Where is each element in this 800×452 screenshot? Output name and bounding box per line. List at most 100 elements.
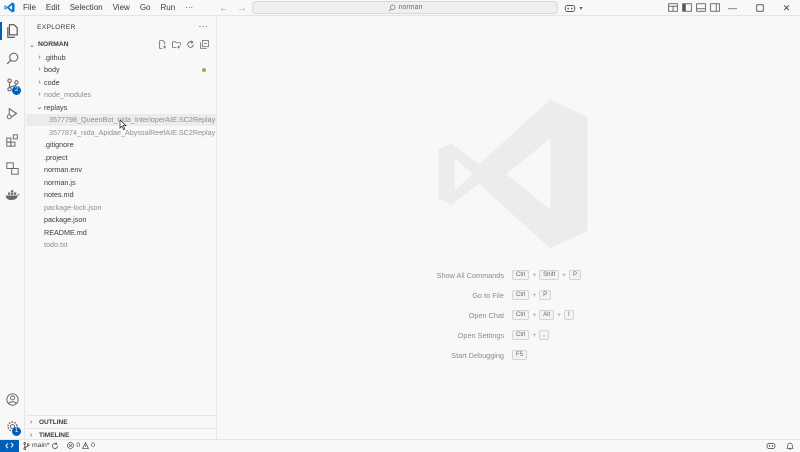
chevron-right-icon: › (38, 53, 41, 61)
explorer-actions (157, 38, 210, 51)
manage-badge: 1 (12, 427, 21, 436)
shortcut-show-all-commands[interactable]: Show All Commands Ctrl + Shift + P (398, 265, 698, 285)
tree-folder-replays[interactable]: ⌄ replays (26, 101, 216, 114)
tree-file-package-lock[interactable]: package-lock.json (26, 201, 216, 214)
warning-icon (82, 442, 90, 449)
shortcut-label: Open Settings (457, 330, 504, 340)
explorer-title: EXPLORER ··· (26, 17, 216, 38)
menu-go[interactable]: Go (135, 0, 156, 16)
tree-folder-node-modules[interactable]: › node_modules (26, 89, 216, 102)
docker-icon[interactable] (0, 183, 25, 207)
key-cap: P (568, 270, 581, 280)
command-center-search[interactable]: norman (252, 1, 558, 14)
manage-gear-icon[interactable]: 1 (0, 414, 25, 438)
remote-explorer-icon[interactable] (0, 156, 25, 180)
toggle-primary-sidebar-icon[interactable] (682, 2, 692, 14)
tree-item-label: norman.js (44, 177, 76, 187)
copilot-status-icon[interactable] (766, 442, 776, 450)
chevron-down-icon: ⌄ (29, 41, 35, 49)
menu-run[interactable]: Run (155, 0, 180, 16)
account-icon[interactable] (0, 387, 25, 411)
remote-icon (5, 442, 14, 449)
tree-file-package-json[interactable]: package.json (26, 214, 216, 227)
tree-file-readme[interactable]: README.md (26, 226, 216, 239)
branch-indicator[interactable]: main* (19, 441, 63, 450)
chevron-down-icon: ⌄ (36, 104, 43, 112)
menu-selection[interactable]: Selection (65, 0, 108, 16)
tree-item-label: body (44, 65, 60, 75)
new-file-icon[interactable] (157, 38, 168, 51)
customize-layout-icon[interactable] (668, 2, 678, 14)
shortcut-start-debugging[interactable]: Start Debugging F5 (398, 345, 698, 365)
maximize-icon[interactable] (746, 0, 773, 16)
back-arrow-icon[interactable]: ← (218, 2, 230, 14)
branch-name: main* (32, 442, 50, 449)
shortcut-label: Go to File (472, 290, 504, 300)
tree-folder-github[interactable]: › .github (26, 51, 216, 64)
chevron-right-icon: › (38, 66, 41, 74)
tree-file-project[interactable]: .project (26, 151, 216, 164)
new-folder-icon[interactable] (171, 38, 182, 51)
sync-icon[interactable] (51, 441, 59, 450)
shortcut-label: Show All Commands (436, 270, 504, 280)
menu-file[interactable]: File (18, 0, 41, 16)
tree-item-label: 3577874_nida_Apidae_AbyssalReefAIE.SC2Re… (49, 127, 216, 137)
minimize-icon[interactable]: — (719, 0, 746, 16)
key-cap: Ctrl (512, 310, 530, 320)
shortcut-open-chat[interactable]: Open Chat Ctrl + Alt + I (398, 305, 698, 325)
menu-view[interactable]: View (108, 0, 135, 16)
tree-folder-code[interactable]: › code (26, 76, 216, 89)
shortcut-go-to-file[interactable]: Go to File Ctrl + P (398, 285, 698, 305)
toggle-panel-icon[interactable] (696, 2, 706, 14)
tree-file-norman-js[interactable]: norman.js (26, 176, 216, 189)
tree-item-label: notes.md (44, 190, 74, 200)
key-cap: I (563, 310, 574, 320)
shortcut-hints: Show All Commands Ctrl + Shift + P Go to F… (398, 265, 698, 365)
key-cap: F5 (512, 350, 528, 360)
tree-item-label: .github (44, 52, 66, 62)
title-bar: File Edit Selection View Go Run ··· ← → … (0, 0, 800, 16)
explorer-icon[interactable] (0, 19, 25, 43)
notifications-bell-icon[interactable] (786, 442, 794, 450)
tree-file-gitignore[interactable]: .gitignore (26, 139, 216, 152)
chevron-down-icon[interactable]: ▾ (577, 0, 585, 16)
collapse-all-icon[interactable] (199, 38, 210, 51)
menu-edit[interactable]: Edit (41, 0, 65, 16)
modified-dot (202, 67, 206, 72)
extensions-icon[interactable] (0, 128, 25, 152)
more-actions-icon[interactable]: ··· (198, 21, 208, 31)
menu-more[interactable]: ··· (180, 0, 198, 16)
status-bar: main* 0 0 (0, 439, 800, 452)
workspace-root[interactable]: ⌄ NORMAN (26, 38, 216, 51)
key-cap: Shift (539, 270, 560, 280)
tree-file-notes-md[interactable]: notes.md (26, 189, 216, 202)
remote-indicator[interactable] (0, 439, 19, 452)
file-tree: › .github › body › code › node_modules ⌄… (26, 51, 216, 251)
chevron-right-icon: › (30, 431, 33, 439)
run-debug-icon[interactable] (0, 101, 25, 125)
explorer-title-text: EXPLORER (37, 24, 76, 31)
explorer-sidebar: EXPLORER ··· ⌄ NORMAN › .github › body ›… (26, 17, 217, 439)
refresh-icon[interactable] (185, 38, 196, 51)
forward-arrow-icon[interactable]: → (236, 2, 248, 14)
mouse-cursor-icon (119, 120, 127, 130)
tree-folder-body[interactable]: › body (26, 64, 216, 77)
copilot-icon[interactable] (562, 0, 577, 16)
navigation-arrows: ← → (218, 0, 248, 16)
outline-section[interactable]: › OUTLINE (26, 415, 217, 428)
tree-file-norman-env[interactable]: norman.env (26, 164, 216, 177)
close-icon[interactable]: ✕ (773, 0, 800, 16)
search-icon[interactable] (0, 46, 25, 70)
tree-file-todo[interactable]: todo.txt (26, 239, 216, 252)
shortcut-open-settings[interactable]: Open Settings Ctrl + , (398, 325, 698, 345)
source-control-badge: 2 (12, 86, 21, 95)
problems-indicator[interactable]: 0 0 (63, 442, 99, 449)
source-control-icon[interactable]: 2 (0, 73, 25, 97)
tree-item-label: README.md (44, 227, 87, 237)
tree-item-label: code (44, 77, 60, 87)
warning-count: 0 (91, 442, 95, 449)
search-icon (388, 4, 395, 11)
tree-item-label: 3577798_QueenBot_nida_InterloperAIE.SC2R… (49, 115, 216, 125)
tree-item-label: todo.txt (44, 240, 68, 250)
chevron-right-icon: › (38, 78, 41, 86)
